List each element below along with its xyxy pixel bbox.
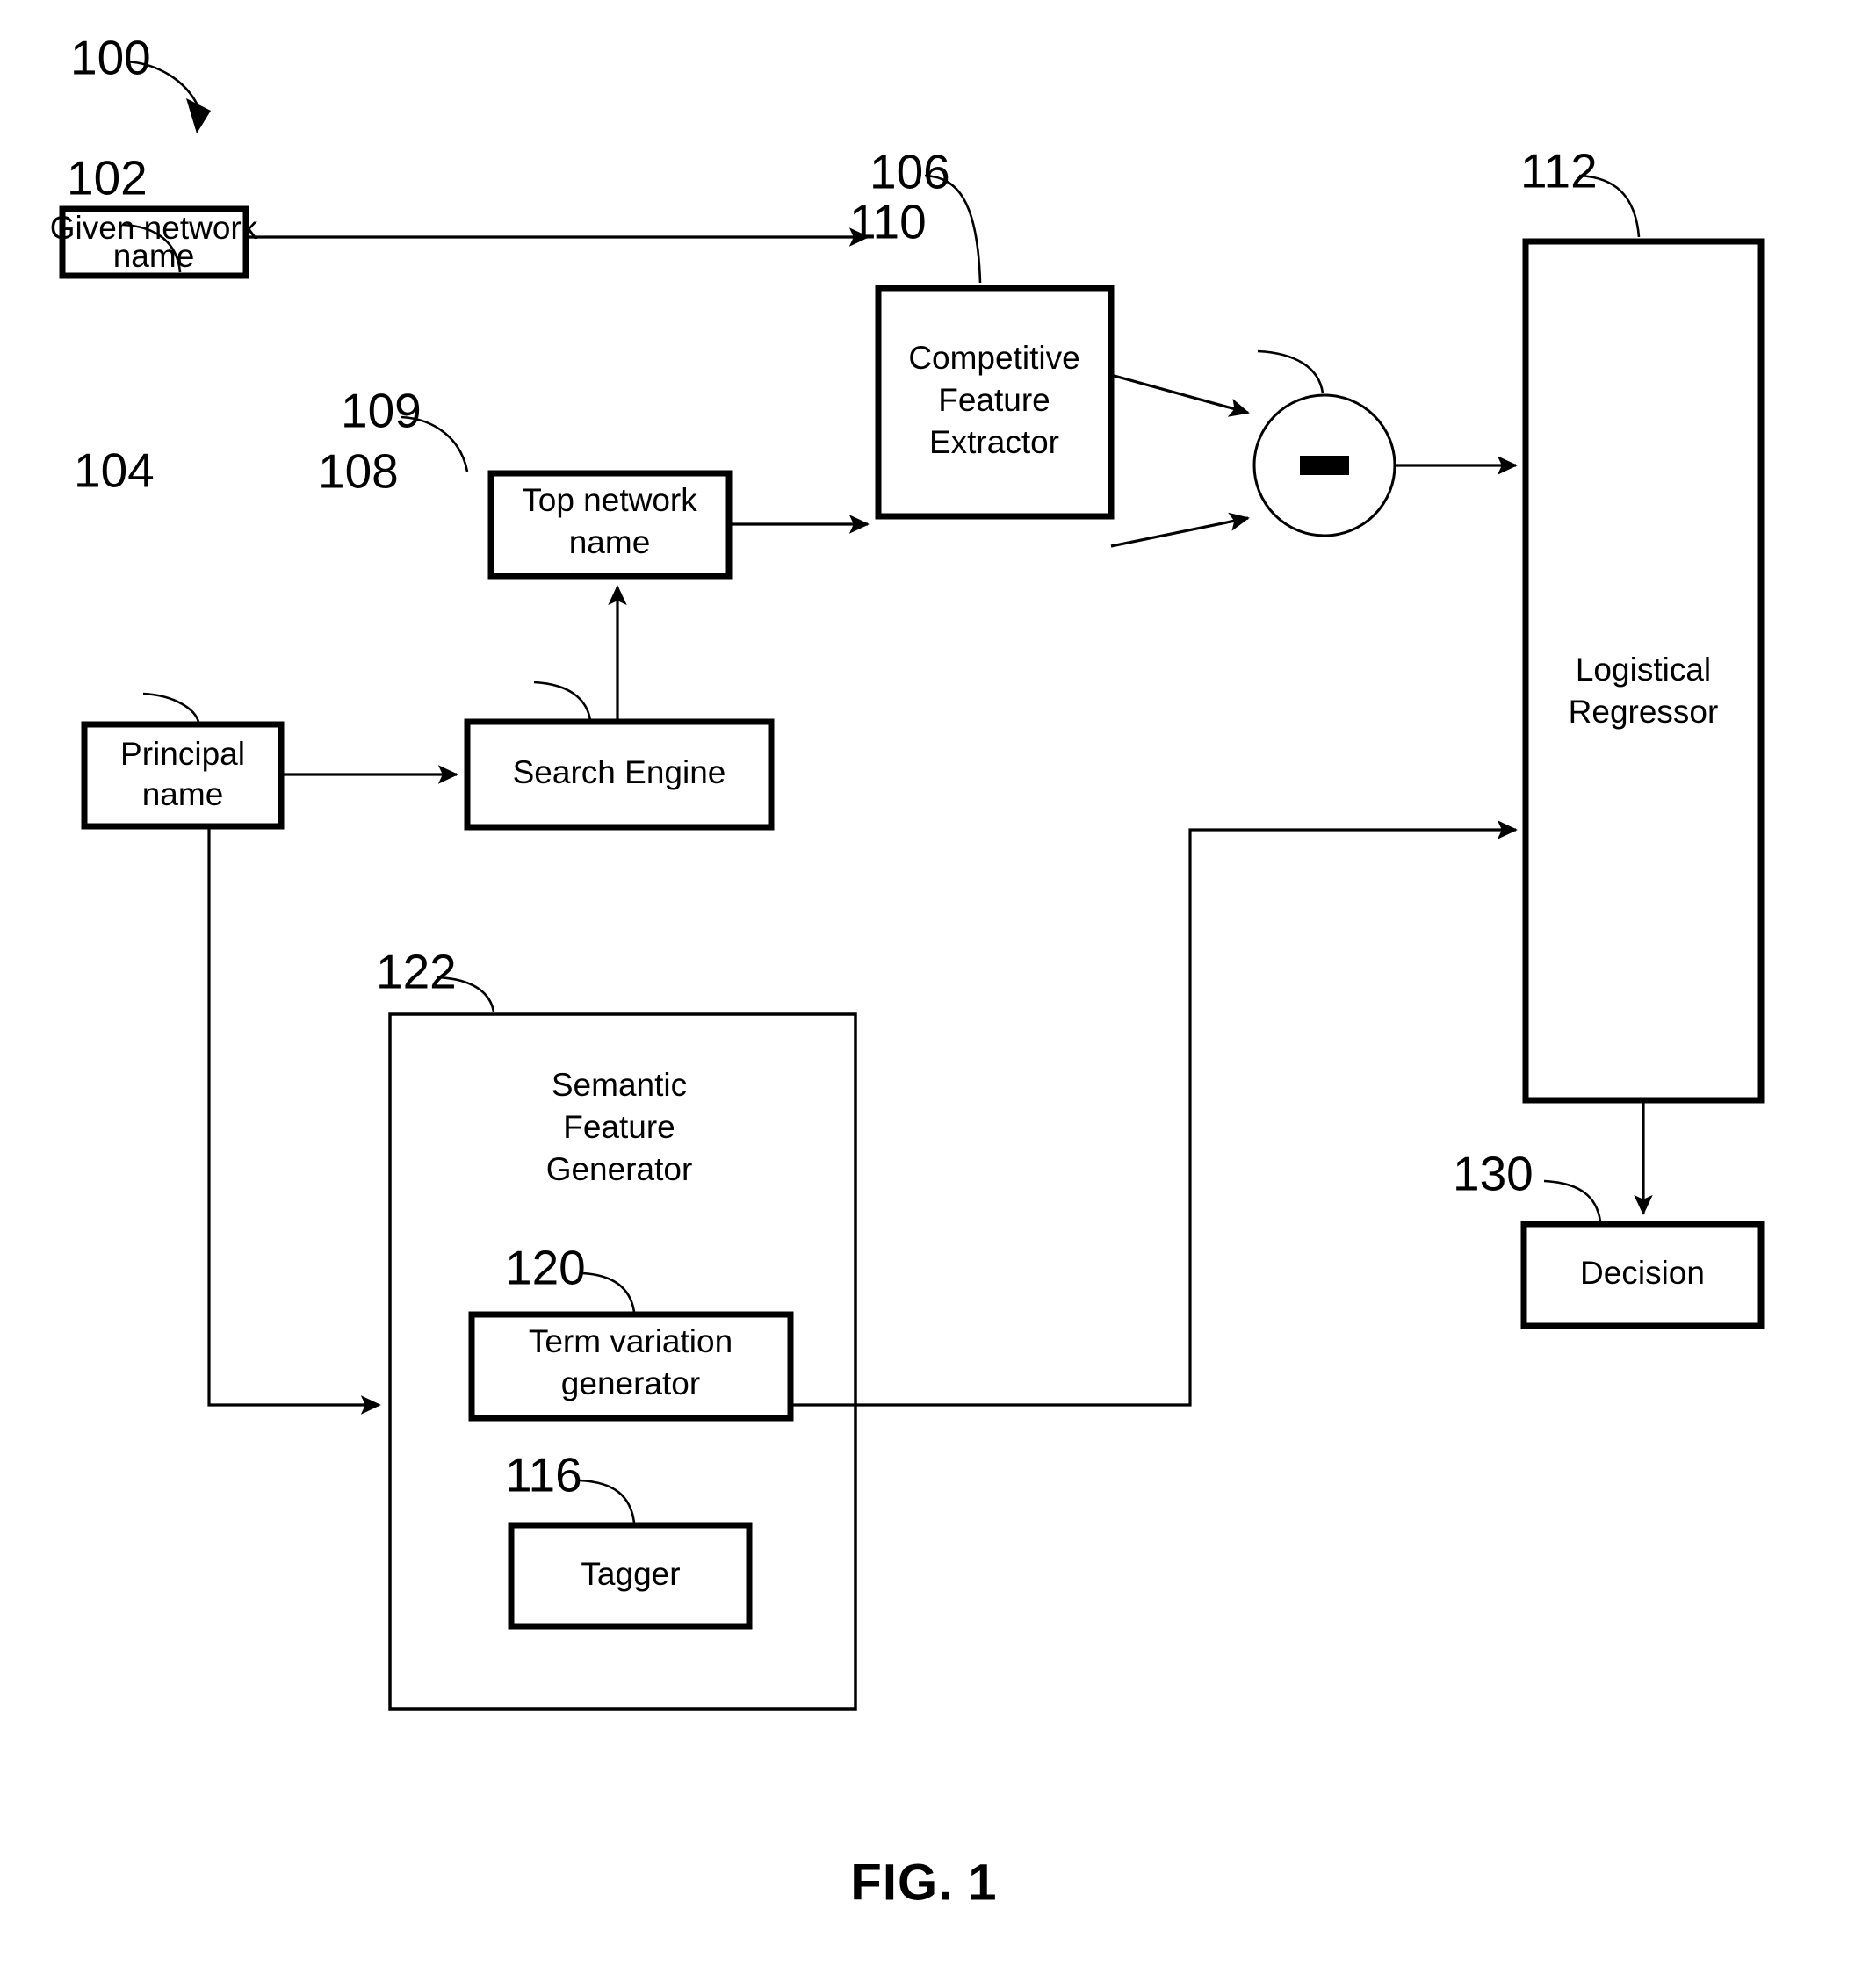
leader-104 [142,692,200,723]
ref-number-100: 100 [70,31,151,85]
label-term-variation-generator-line1: Term variation [529,1323,733,1359]
edge-term-variation-generator-to-logistical-regressor [790,820,1518,1407]
node-subtract-operator[interactable] [1252,393,1396,537]
ref-number-102: 102 [67,151,148,205]
ref-number-116: 116 [505,1448,582,1502]
minus-icon [1300,456,1349,475]
ref-number-120: 120 [505,1241,586,1295]
label-top-network-name-line1: Top network [522,482,697,518]
ref-number-108: 108 [318,444,399,499]
label-cfe-line1: Competitive [908,340,1079,376]
leader-130 [1543,1179,1602,1222]
ref-number-106: 106 [870,145,950,199]
edge-principal-name-to-sfg [207,826,381,1415]
ref-number-122: 122 [376,945,457,999]
label-tagger: Tagger [581,1556,680,1592]
label-search-engine: Search Engine [513,754,726,790]
leader-110 [1257,349,1324,394]
label-logistical-regressor-line2: Regressor [1569,694,1719,730]
label-logistical-regressor-line1: Logistical [1576,652,1711,688]
figure-caption: FIG. 1 [850,1854,997,1911]
label-decision: Decision [1580,1255,1705,1291]
edge-cfe-to-subtract-upper [1110,373,1250,417]
patent-figure-1: Given network name Principal name Compet… [0,0,1862,1988]
label-term-variation-generator-line2: generator [561,1365,700,1401]
label-top-network-name-line2: name [569,524,651,560]
label-sfg-line2: Feature [563,1109,675,1145]
ref-number-110: 110 [849,195,927,249]
label-cfe-line2: Feature [938,382,1050,418]
label-sfg-line3: Generator [546,1151,693,1187]
system-block-diagram: Given network name Principal name Compet… [50,31,1765,1911]
ref-number-104: 104 [74,443,155,498]
ref-number-130: 130 [1453,1147,1534,1201]
label-sfg-line1: Semantic [552,1067,687,1103]
leader-108 [533,681,592,721]
ref-number-112: 112 [1520,144,1598,198]
edge-cfe-to-subtract-lower [1110,512,1250,548]
label-cfe-line3: Extractor [929,424,1059,460]
label-principal-name-line1: Principal [120,736,245,772]
ref-number-109: 109 [341,384,422,438]
label-principal-name-line2: name [142,776,224,812]
label-given-network-name-line2: name [113,238,195,274]
